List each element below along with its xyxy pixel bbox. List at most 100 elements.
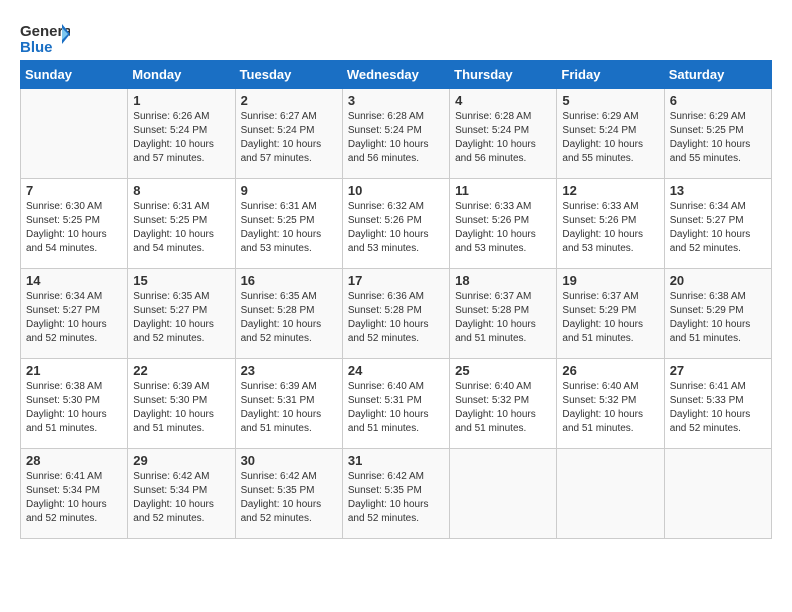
calendar-cell: 29 Sunrise: 6:42 AM Sunset: 5:34 PM Dayli…: [128, 449, 235, 539]
day-number: 31: [348, 453, 444, 468]
calendar-week-row: 1Sunrise: 6:26 AM Sunset: 5:24 PM Daylig…: [21, 89, 772, 179]
day-number: 29: [133, 453, 229, 468]
day-number: 26: [562, 363, 658, 378]
day-header-saturday: Saturday: [664, 61, 771, 89]
day-number: 21: [26, 363, 122, 378]
calendar-cell: 30 Sunrise: 6:42 AM Sunset: 5:35 PM Dayli…: [235, 449, 342, 539]
page-header: GeneralBlue: [20, 20, 772, 56]
day-number: 9: [241, 183, 337, 198]
calendar-week-row: 14 Sunrise: 6:34 AM Sunset: 5:27 PM Dayli…: [21, 269, 772, 359]
day-info: Sunrise: 6:42 AM Sunset: 5:35 PM Dayligh…: [348, 470, 444, 526]
day-number: 22: [133, 363, 229, 378]
day-number: 8: [133, 183, 229, 198]
calendar-week-row: 7 Sunrise: 6:30 AM Sunset: 5:25 PM Daylig…: [21, 179, 772, 269]
day-info: Sunrise: 6:28 AM Sunset: 5:24 PM Dayligh…: [348, 110, 444, 166]
day-number: 5: [562, 93, 658, 108]
day-info: Sunrise: 6:29 AM Sunset: 5:25 PM Dayligh…: [670, 110, 766, 166]
day-info: Sunrise: 6:37 AM Sunset: 5:28 PM Dayligh…: [455, 290, 551, 346]
day-info: Sunrise: 6:34 AM Sunset: 5:27 PM Dayligh…: [670, 200, 766, 256]
day-number: 17: [348, 273, 444, 288]
day-number: 25: [455, 363, 551, 378]
logo: GeneralBlue: [20, 20, 70, 56]
day-number: 10: [348, 183, 444, 198]
day-info: Sunrise: 6:30 AM Sunset: 5:25 PM Dayligh…: [26, 200, 122, 256]
calendar-cell: 20 Sunrise: 6:38 AM Sunset: 5:29 PM Dayli…: [664, 269, 771, 359]
day-info: Sunrise: 6:33 AM Sunset: 5:26 PM Dayligh…: [455, 200, 551, 256]
day-info: Sunrise: 6:31 AM Sunset: 5:25 PM Dayligh…: [133, 200, 229, 256]
day-number: 28: [26, 453, 122, 468]
calendar-cell: 2Sunrise: 6:27 AM Sunset: 5:24 PM Daylig…: [235, 89, 342, 179]
calendar-cell: 8 Sunrise: 6:31 AM Sunset: 5:25 PM Daylig…: [128, 179, 235, 269]
day-number: 11: [455, 183, 551, 198]
day-info: Sunrise: 6:35 AM Sunset: 5:28 PM Dayligh…: [241, 290, 337, 346]
day-number: 15: [133, 273, 229, 288]
day-number: 14: [26, 273, 122, 288]
day-info: Sunrise: 6:26 AM Sunset: 5:24 PM Dayligh…: [133, 110, 229, 166]
day-info: Sunrise: 6:29 AM Sunset: 5:24 PM Dayligh…: [562, 110, 658, 166]
calendar-cell: 14 Sunrise: 6:34 AM Sunset: 5:27 PM Dayli…: [21, 269, 128, 359]
calendar-cell: 3 Sunrise: 6:28 AM Sunset: 5:24 PM Daylig…: [342, 89, 449, 179]
day-info: Sunrise: 6:34 AM Sunset: 5:27 PM Dayligh…: [26, 290, 122, 346]
calendar-cell: 21Sunrise: 6:38 AM Sunset: 5:30 PM Dayli…: [21, 359, 128, 449]
calendar-cell: 23 Sunrise: 6:39 AM Sunset: 5:31 PM Dayli…: [235, 359, 342, 449]
day-number: 16: [241, 273, 337, 288]
calendar-week-row: 28 Sunrise: 6:41 AM Sunset: 5:34 PM Dayli…: [21, 449, 772, 539]
calendar-cell: 5 Sunrise: 6:29 AM Sunset: 5:24 PM Daylig…: [557, 89, 664, 179]
day-header-tuesday: Tuesday: [235, 61, 342, 89]
calendar-cell: 24 Sunrise: 6:40 AM Sunset: 5:31 PM Dayli…: [342, 359, 449, 449]
day-info: Sunrise: 6:32 AM Sunset: 5:26 PM Dayligh…: [348, 200, 444, 256]
day-header-wednesday: Wednesday: [342, 61, 449, 89]
day-header-monday: Monday: [128, 61, 235, 89]
day-info: Sunrise: 6:38 AM Sunset: 5:29 PM Dayligh…: [670, 290, 766, 346]
day-info: Sunrise: 6:40 AM Sunset: 5:31 PM Dayligh…: [348, 380, 444, 436]
day-info: Sunrise: 6:36 AM Sunset: 5:28 PM Dayligh…: [348, 290, 444, 346]
calendar-cell: 9 Sunrise: 6:31 AM Sunset: 5:25 PM Daylig…: [235, 179, 342, 269]
calendar-cell: 26 Sunrise: 6:40 AM Sunset: 5:32 PM Dayli…: [557, 359, 664, 449]
day-number: 30: [241, 453, 337, 468]
day-info: Sunrise: 6:40 AM Sunset: 5:32 PM Dayligh…: [455, 380, 551, 436]
day-info: Sunrise: 6:39 AM Sunset: 5:30 PM Dayligh…: [133, 380, 229, 436]
day-number: 19: [562, 273, 658, 288]
day-number: 27: [670, 363, 766, 378]
day-header-sunday: Sunday: [21, 61, 128, 89]
day-info: Sunrise: 6:41 AM Sunset: 5:34 PM Dayligh…: [26, 470, 122, 526]
day-number: 3: [348, 93, 444, 108]
day-number: 13: [670, 183, 766, 198]
day-number: 18: [455, 273, 551, 288]
day-info: Sunrise: 6:31 AM Sunset: 5:25 PM Dayligh…: [241, 200, 337, 256]
day-info: Sunrise: 6:39 AM Sunset: 5:31 PM Dayligh…: [241, 380, 337, 436]
calendar-cell: 15 Sunrise: 6:35 AM Sunset: 5:27 PM Dayli…: [128, 269, 235, 359]
calendar-table: SundayMondayTuesdayWednesdayThursdayFrid…: [20, 60, 772, 539]
calendar-cell: 10 Sunrise: 6:32 AM Sunset: 5:26 PM Dayli…: [342, 179, 449, 269]
calendar-cell: 18 Sunrise: 6:37 AM Sunset: 5:28 PM Dayli…: [450, 269, 557, 359]
calendar-cell: 7 Sunrise: 6:30 AM Sunset: 5:25 PM Daylig…: [21, 179, 128, 269]
day-number: 20: [670, 273, 766, 288]
day-info: Sunrise: 6:35 AM Sunset: 5:27 PM Dayligh…: [133, 290, 229, 346]
calendar-cell: [557, 449, 664, 539]
day-number: 23: [241, 363, 337, 378]
day-info: Sunrise: 6:40 AM Sunset: 5:32 PM Dayligh…: [562, 380, 658, 436]
calendar-cell: 17 Sunrise: 6:36 AM Sunset: 5:28 PM Dayli…: [342, 269, 449, 359]
day-info: Sunrise: 6:41 AM Sunset: 5:33 PM Dayligh…: [670, 380, 766, 436]
calendar-cell: 4Sunrise: 6:28 AM Sunset: 5:24 PM Daylig…: [450, 89, 557, 179]
calendar-cell: 19Sunrise: 6:37 AM Sunset: 5:29 PM Dayli…: [557, 269, 664, 359]
calendar-header-row: SundayMondayTuesdayWednesdayThursdayFrid…: [21, 61, 772, 89]
calendar-cell: 11 Sunrise: 6:33 AM Sunset: 5:26 PM Dayli…: [450, 179, 557, 269]
calendar-cell: 27 Sunrise: 6:41 AM Sunset: 5:33 PM Dayli…: [664, 359, 771, 449]
calendar-cell: [450, 449, 557, 539]
calendar-cell: 1Sunrise: 6:26 AM Sunset: 5:24 PM Daylig…: [128, 89, 235, 179]
day-header-thursday: Thursday: [450, 61, 557, 89]
logo-svg: GeneralBlue: [20, 20, 70, 56]
day-number: 24: [348, 363, 444, 378]
day-number: 12: [562, 183, 658, 198]
day-info: Sunrise: 6:42 AM Sunset: 5:34 PM Dayligh…: [133, 470, 229, 526]
day-info: Sunrise: 6:42 AM Sunset: 5:35 PM Dayligh…: [241, 470, 337, 526]
calendar-cell: [21, 89, 128, 179]
day-number: 6: [670, 93, 766, 108]
day-number: 7: [26, 183, 122, 198]
day-number: 2: [241, 93, 337, 108]
calendar-cell: 28 Sunrise: 6:41 AM Sunset: 5:34 PM Dayli…: [21, 449, 128, 539]
calendar-cell: 12Sunrise: 6:33 AM Sunset: 5:26 PM Dayli…: [557, 179, 664, 269]
calendar-cell: [664, 449, 771, 539]
calendar-cell: 6 Sunrise: 6:29 AM Sunset: 5:25 PM Daylig…: [664, 89, 771, 179]
